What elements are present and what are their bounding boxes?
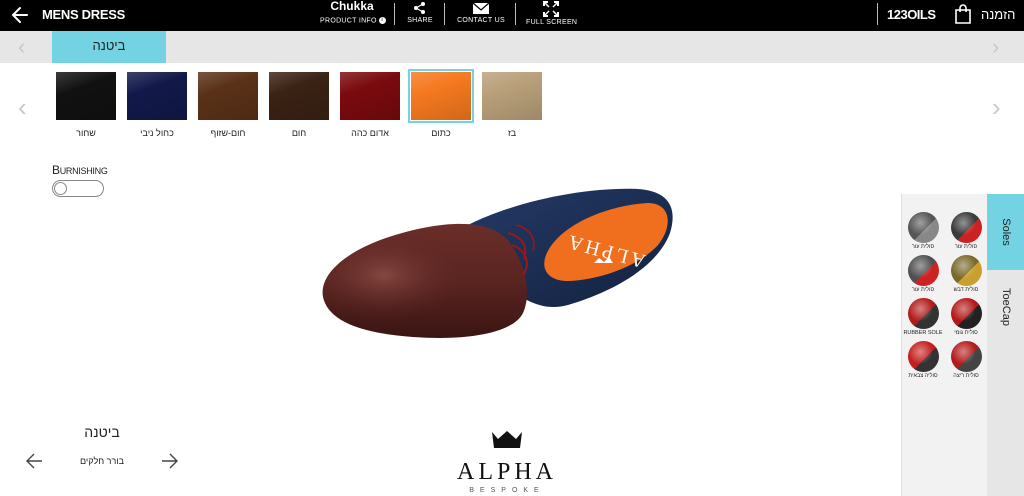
sole-thumbnail (950, 212, 982, 243)
fullscreen-button[interactable]: FULL SCREEN (526, 0, 577, 26)
category-strip: ‹ ביטנה › (0, 31, 1024, 63)
side-tabs: Soles ToeCap (987, 194, 1024, 496)
color-swatch[interactable] (482, 72, 542, 120)
tab-lining[interactable]: ביטנה (52, 31, 166, 63)
sole-option[interactable]: סולית עור (946, 212, 986, 250)
sole-label: סולית עור (911, 287, 935, 293)
sole-label: סולית גומי (954, 330, 978, 336)
shoe-configurator: MENS DRESS Chukka PRODUCT INFO i SHARE CO… (0, 0, 1024, 496)
sole-thumbnail (907, 255, 939, 286)
sole-option[interactable]: סולית עור (903, 255, 943, 293)
fullscreen-icon (543, 1, 559, 17)
shopping-bag-icon[interactable] (954, 4, 972, 24)
order-button[interactable]: הזמנה (981, 7, 1015, 22)
swatch-label: כתום (431, 128, 451, 138)
sole-thumbnail (907, 212, 939, 243)
chevron-left-icon[interactable]: ‹ (18, 94, 27, 120)
sole-option[interactable]: סולית דבש (946, 255, 986, 293)
sole-label: סולית עור (911, 244, 935, 250)
divider (394, 3, 395, 25)
shoe-preview[interactable]: ALPHA (318, 185, 683, 345)
sole-option[interactable]: סולית ריצה (946, 341, 986, 379)
product-info-label: PRODUCT INFO i (320, 17, 386, 24)
color-swatch[interactable] (340, 72, 400, 120)
color-swatch[interactable] (56, 72, 116, 120)
sole-label: סולית ריצה (953, 373, 979, 379)
contact-us-button[interactable]: CONTACT US (455, 0, 507, 24)
sole-option[interactable]: סוליה צבאית (903, 341, 943, 379)
previous-part-arrow-icon[interactable] (24, 451, 44, 471)
burnishing-label: BURNISHING (52, 163, 108, 177)
sole-thumbnail (950, 298, 982, 329)
product-info-button[interactable]: Chukka PRODUCT INFO i (320, 0, 386, 24)
swatch-label: חום (291, 128, 307, 138)
back-arrow-icon[interactable] (10, 5, 30, 25)
info-icon: i (378, 17, 386, 24)
model-name: Chukka (330, 0, 374, 13)
swatch-label: אדום כהה (351, 128, 389, 138)
next-part-arrow-icon[interactable] (160, 451, 180, 471)
swatch-label: כחול ניבי (140, 128, 174, 138)
tab-soles[interactable]: Soles (987, 194, 1024, 270)
part-selector-label[interactable]: בורר חלקים (70, 456, 134, 466)
sole-thumbnail (907, 341, 939, 372)
sole-label: סולית דבש (953, 287, 979, 293)
envelope-icon (472, 2, 490, 14)
sole-label: RUBBER SOLE (903, 330, 943, 336)
chevron-right-icon[interactable]: › (992, 94, 1001, 120)
color-swatch[interactable] (198, 72, 258, 120)
account-name[interactable]: 123OILS (887, 7, 936, 22)
share-icon (414, 2, 425, 14)
svg-text:BESPOKE: BESPOKE (469, 487, 544, 494)
divider (877, 3, 878, 25)
swatch-label: חום-שזוף (210, 128, 246, 138)
part-title: ביטנה (84, 424, 120, 440)
sole-thumbnail (950, 341, 982, 372)
toggle-knob (54, 182, 67, 195)
color-swatch[interactable] (127, 72, 187, 120)
divider (444, 3, 445, 25)
sole-thumbnail (950, 255, 982, 286)
top-bar: MENS DRESS Chukka PRODUCT INFO i SHARE CO… (0, 0, 1024, 31)
divider (515, 3, 516, 25)
chevron-right-icon[interactable]: › (992, 36, 999, 58)
sole-label: סולית עור (954, 244, 978, 250)
alpha-bespoke-logo: ALPHA BESPOKE (457, 431, 557, 494)
swatch-label: שחור (76, 128, 96, 138)
sole-option[interactable]: RUBBER SOLE (903, 298, 943, 336)
svg-text:ALPHA: ALPHA (457, 459, 557, 485)
sole-option[interactable]: סולית גומי (946, 298, 986, 336)
color-swatch[interactable] (408, 69, 474, 123)
color-swatch[interactable] (269, 72, 329, 120)
share-button[interactable]: SHARE (404, 0, 436, 24)
sole-options-panel: סולית עור סולית עור סולית דבש סולית עור סולי… (901, 194, 987, 496)
tab-toecap[interactable]: ToeCap (987, 270, 1024, 344)
sole-option[interactable]: סולית עור (903, 212, 943, 250)
burnishing-toggle[interactable] (52, 180, 104, 197)
sole-label: סוליה צבאית (908, 373, 938, 379)
chevron-left-icon[interactable]: ‹ (18, 36, 25, 58)
category-title[interactable]: MENS DRESS (42, 7, 125, 22)
sole-thumbnail (907, 298, 939, 329)
swatch-label: בז (507, 128, 517, 138)
